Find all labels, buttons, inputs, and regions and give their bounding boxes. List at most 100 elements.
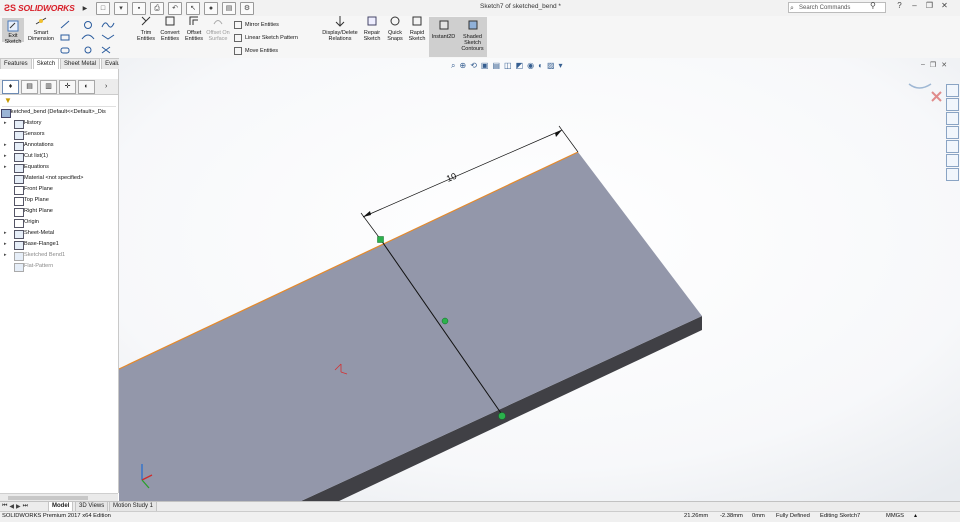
rebuild-icon[interactable]: ●: [204, 1, 218, 15]
file-explorer-icon[interactable]: [946, 112, 959, 125]
repair-sketch-button[interactable]: Repair Sketch: [362, 16, 382, 42]
scene-icon[interactable]: ▨: [547, 61, 555, 71]
tree-item-cut-list[interactable]: ▸ Cut list(1): [4, 153, 48, 162]
restore-icon[interactable]: ❐: [925, 1, 934, 10]
viewport-minimize-icon[interactable]: –: [921, 61, 925, 69]
tree-item-origin[interactable]: Origin: [14, 219, 39, 228]
viewport-close-icon[interactable]: ✕: [941, 61, 947, 69]
tab-sheet-metal[interactable]: Sheet Metal: [60, 58, 101, 69]
convert-entities-button[interactable]: Convert Entities: [158, 16, 182, 42]
offset-entities-button[interactable]: Offset Entities: [183, 16, 205, 42]
expand-arrow-icon[interactable]: ▸: [4, 230, 7, 237]
design-library-icon[interactable]: [946, 98, 959, 111]
tree-item-front-plane[interactable]: Front Plane: [14, 186, 53, 195]
select-icon[interactable]: ↖: [186, 1, 200, 15]
feature-manager-tree-icon[interactable]: ♦: [2, 79, 19, 94]
tab-features[interactable]: Features: [0, 58, 32, 69]
linear-sketch-pattern-button[interactable]: Linear Sketch Pattern: [234, 34, 298, 42]
tree-root[interactable]: sketched_bend (Default<<Default>_Dis: [1, 109, 106, 118]
appearance-icon[interactable]: ◐: [538, 61, 543, 71]
tree-item-base-flange1[interactable]: ▸ Base-Flange1: [4, 241, 59, 250]
menu-arrow-icon[interactable]: ▶: [83, 5, 88, 12]
tree-item-sketched-bend1[interactable]: ▸ Sketched Bend1: [4, 252, 65, 261]
view-palette-icon[interactable]: [946, 126, 959, 139]
dimxpert-icon[interactable]: ✛: [59, 79, 76, 94]
file-properties-icon[interactable]: ▤: [222, 1, 236, 15]
hide-show-icon[interactable]: ◉: [527, 61, 534, 71]
minimize-icon[interactable]: –: [910, 1, 919, 10]
display-manager-icon[interactable]: ◐: [78, 79, 95, 94]
appearances-icon[interactable]: [946, 140, 959, 153]
help-icon[interactable]: ?: [895, 1, 904, 10]
model-viewport[interactable]: 10: [119, 58, 960, 502]
view-settings-icon[interactable]: ▾: [559, 61, 563, 71]
close-icon[interactable]: ✕: [940, 1, 949, 10]
tree-item-sheet-metal[interactable]: ▸ Sheet-Metal: [4, 230, 54, 239]
prev-tab-icon[interactable]: ◀: [9, 503, 14, 510]
sketch-point-bottom[interactable]: [498, 412, 506, 420]
tree-filter[interactable]: ▼: [2, 96, 116, 107]
expand-arrow-icon[interactable]: ▸: [4, 164, 7, 171]
mirror-icon: [234, 21, 242, 29]
move-entities-button[interactable]: Move Entities: [234, 47, 278, 55]
expand-arrow-icon[interactable]: ▸: [4, 142, 7, 149]
smart-dimension-button[interactable]: Smart Dimension: [26, 17, 56, 42]
expand-arrow-icon[interactable]: ▸: [4, 153, 7, 160]
expand-arrow-icon[interactable]: ▸: [4, 120, 7, 127]
zoom-to-fit-icon[interactable]: ⌕: [451, 61, 455, 71]
convert-icon: [165, 16, 175, 26]
tree-item-material[interactable]: Material <not specified>: [14, 175, 83, 184]
shaded-sketch-contours-button[interactable]: Shaded Sketch Contours: [458, 17, 487, 57]
options-gear-icon[interactable]: ⚙: [240, 1, 254, 15]
property-manager-icon[interactable]: ▤: [21, 79, 38, 94]
custom-properties-icon[interactable]: [946, 154, 959, 167]
search-magnifier-icon[interactable]: ⚲: [870, 1, 876, 10]
section-view-icon[interactable]: ▣: [481, 61, 489, 71]
undo-icon[interactable]: ↶: [168, 1, 182, 15]
configuration-manager-icon[interactable]: ▥: [40, 79, 57, 94]
heads-up-toolbar: ⌕ ⊕ ⟲ ▣ ▤ ◫ ◩ ◉ ◐ ▨ ▾: [451, 61, 563, 71]
new-document-icon[interactable]: □: [96, 1, 110, 15]
offset-on-surface-button[interactable]: Offset On Surface: [206, 20, 230, 42]
quick-snaps-button[interactable]: Quick Snaps: [385, 16, 405, 42]
solidworks-resources-icon[interactable]: [946, 84, 959, 97]
print-icon[interactable]: ⎙: [150, 1, 164, 15]
midpoint-relation[interactable]: [441, 317, 449, 325]
first-tab-icon[interactable]: ⏮: [2, 503, 7, 510]
tab-sketch[interactable]: Sketch: [32, 58, 60, 69]
tree-item-sensors[interactable]: Sensors: [14, 131, 45, 140]
zoom-to-area-icon[interactable]: ⊕: [459, 61, 466, 71]
unit-system[interactable]: MMGS: [886, 513, 904, 519]
tree-item-flat-pattern[interactable]: Flat-Pattern: [14, 263, 53, 272]
graphics-area[interactable]: 10: [119, 58, 960, 502]
open-icon[interactable]: ▾: [114, 1, 128, 15]
tree-item-right-plane[interactable]: Right Plane: [14, 208, 53, 217]
expand-arrow-icon[interactable]: ▸: [4, 252, 7, 259]
dynamic-annotation-icon[interactable]: ▤: [492, 61, 500, 71]
mirror-entities-button[interactable]: Mirror Entities: [234, 21, 279, 29]
trim-entities-button[interactable]: Trim Entities: [134, 16, 158, 42]
tree-item-history[interactable]: ▸ History: [4, 120, 41, 129]
unit-menu-icon[interactable]: ▴: [914, 513, 917, 519]
rapid-sketch-button[interactable]: Rapid Sketch: [407, 16, 427, 42]
previous-view-icon[interactable]: ⟲: [470, 61, 477, 71]
tree-item-equations[interactable]: ▸ Equations: [4, 164, 49, 173]
forum-icon[interactable]: [946, 168, 959, 181]
instant2d-button[interactable]: Instant2D: [429, 17, 458, 57]
save-icon[interactable]: ▪: [132, 1, 146, 15]
view-orientation-icon[interactable]: ◫: [504, 61, 512, 71]
expand-arrow-icon[interactable]: ▸: [4, 241, 7, 248]
panel-more-icon[interactable]: ›: [105, 83, 107, 90]
solidworks-logo[interactable]: ƧS SOLIDWORKS ▶: [4, 2, 87, 14]
next-tab-icon[interactable]: ▶: [16, 503, 21, 510]
viewport-restore-icon[interactable]: ❐: [930, 61, 936, 69]
tree-item-annotations[interactable]: ▸ Annotations: [4, 142, 54, 151]
exit-sketch-button[interactable]: Exit Sketch: [2, 18, 24, 45]
display-style-icon[interactable]: ◩: [516, 61, 524, 71]
tree-item-top-plane[interactable]: Top Plane: [14, 197, 49, 206]
last-tab-icon[interactable]: ⏭: [23, 503, 28, 510]
display-delete-relations-button[interactable]: Display/Delete Relations: [320, 16, 360, 42]
coordinate-y: -2.38mm: [720, 513, 743, 519]
scrollbar-thumb[interactable]: [8, 496, 88, 500]
sketch-point-top[interactable]: [377, 236, 384, 243]
